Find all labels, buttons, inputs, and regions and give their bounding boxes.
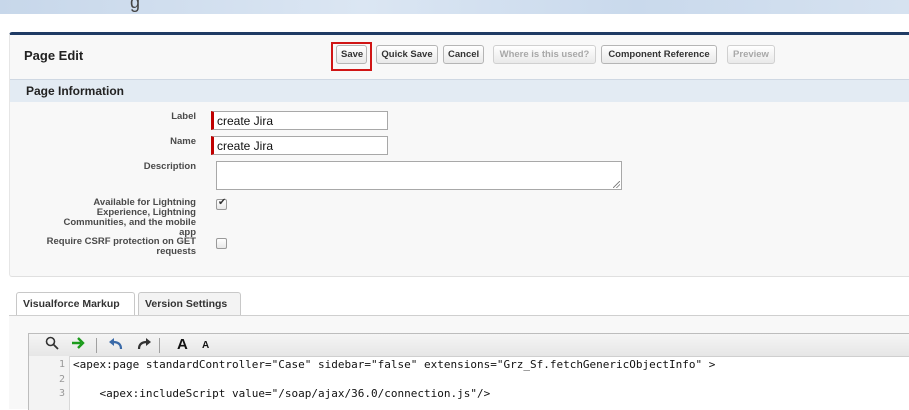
line-number: 1	[58, 359, 65, 370]
resize-handle[interactable]	[613, 181, 620, 188]
code-line[interactable]: <apex:page standardController="Case" sid…	[73, 358, 715, 372]
page-heading-partial: g	[130, 0, 141, 12]
redo-icon[interactable]	[136, 336, 152, 354]
search-icon[interactable]	[45, 336, 59, 354]
label-input[interactable]: create Jira	[211, 111, 388, 130]
tab-version-settings[interactable]: Version Settings	[138, 292, 241, 316]
name-field-label: Name	[170, 136, 196, 147]
lightning-availability-label: Available for Lightning Experience, Ligh…	[63, 197, 197, 238]
save-button-highlight	[331, 42, 372, 71]
toolbar-separator	[159, 338, 160, 353]
font-increase-icon[interactable]: A	[177, 336, 188, 354]
checkmark-icon: ✔	[218, 197, 227, 208]
markup-panel: A A 1 2 3 <apex:page standardController=…	[9, 315, 909, 410]
tab-visualforce-markup[interactable]: Visualforce Markup	[16, 292, 135, 316]
component-reference-button[interactable]: Component Reference	[601, 45, 717, 64]
header-banner: g	[0, 0, 909, 14]
lightning-availability-checkbox[interactable]: ✔	[216, 197, 227, 210]
where-is-this-used-button[interactable]: Where is this used?	[493, 45, 596, 64]
description-textarea[interactable]	[216, 161, 622, 190]
page-title: Page Edit	[24, 48, 84, 63]
page-edit-panel: Page Edit Save Quick Save Cancel Where i…	[9, 32, 909, 277]
undo-icon[interactable]	[108, 336, 124, 354]
description-field-label: Description	[143, 161, 196, 172]
line-number: 3	[58, 388, 65, 399]
code-editor[interactable]: A A 1 2 3 <apex:page standardController=…	[28, 333, 909, 410]
csrf-protection-checkbox[interactable]	[216, 238, 227, 249]
name-input[interactable]: create Jira	[211, 136, 388, 155]
label-field-label: Label	[171, 111, 196, 122]
toolbar-separator	[96, 338, 97, 353]
page-information-title: Page Information	[26, 84, 125, 98]
line-number: 2	[58, 374, 65, 385]
csrf-protection-label: Require CSRF protection on GET requests	[46, 236, 196, 257]
goto-arrow-icon[interactable]	[71, 336, 87, 354]
cancel-button[interactable]: Cancel	[443, 45, 484, 64]
font-decrease-icon[interactable]: A	[202, 337, 209, 355]
page-information-header: Page Information	[10, 79, 909, 102]
quick-save-button[interactable]: Quick Save	[376, 45, 438, 64]
line-number-gutter: 1 2 3	[29, 356, 70, 410]
editor-toolbar: A A	[29, 334, 909, 357]
preview-button[interactable]: Preview	[727, 45, 775, 64]
code-line[interactable]: <apex:includeScript value="/soap/ajax/36…	[73, 387, 490, 401]
